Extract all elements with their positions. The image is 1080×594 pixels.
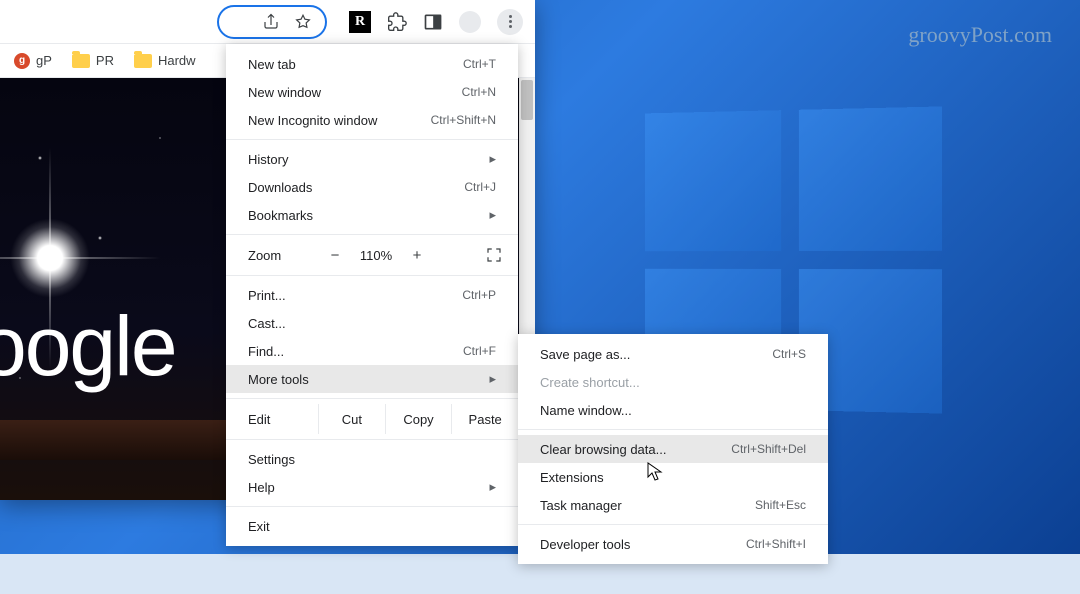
chevron-right-icon: ▸ [489,479,496,495]
menu-new-tab[interactable]: New tabCtrl+T [226,50,518,78]
profile-avatar-icon[interactable] [459,11,481,33]
zoom-in-button[interactable]: + [400,247,434,264]
menu-zoom-row: Zoom − 110% + [226,240,518,270]
mouse-cursor-icon [647,462,663,485]
watermark-text: groovyPost.com [908,22,1052,48]
zoom-value: 110% [352,248,400,263]
sun-graphic [10,218,90,298]
menu-history[interactable]: History▸ [226,145,518,173]
menu-settings[interactable]: Settings [226,445,518,473]
submenu-developer-tools[interactable]: Developer toolsCtrl+Shift+I [518,530,828,558]
menu-print[interactable]: Print...Ctrl+P [226,281,518,309]
chevron-right-icon: ▸ [489,371,496,387]
edit-cut[interactable]: Cut [318,404,385,434]
bookmark-folder-hardware[interactable]: Hardw [134,53,196,68]
menu-find[interactable]: Find...Ctrl+F [226,337,518,365]
bookmark-folder-pr[interactable]: PR [72,53,114,68]
chrome-main-menu: New tabCtrl+T New windowCtrl+N New Incog… [226,44,518,546]
extension-r-icon[interactable]: R [349,11,371,33]
zoom-out-button[interactable]: − [318,247,352,264]
menu-incognito[interactable]: New Incognito windowCtrl+Shift+N [226,106,518,134]
fullscreen-icon[interactable] [484,245,504,265]
bookmark-label: PR [96,53,114,68]
edit-copy[interactable]: Copy [385,404,452,434]
edit-label: Edit [248,412,318,427]
google-logo-text: oogle [0,298,176,395]
submenu-extensions[interactable]: Extensions [518,463,828,491]
star-icon[interactable] [293,12,313,32]
submenu-save-page[interactable]: Save page as...Ctrl+S [518,340,828,368]
extensions-puzzle-icon[interactable] [387,12,407,32]
menu-edit-row: Edit Cut Copy Paste [226,404,518,434]
menu-bookmarks[interactable]: Bookmarks▸ [226,201,518,229]
menu-new-window[interactable]: New windowCtrl+N [226,78,518,106]
omnibox-actions[interactable] [217,5,327,39]
menu-downloads[interactable]: DownloadsCtrl+J [226,173,518,201]
menu-cast[interactable]: Cast... [226,309,518,337]
submenu-clear-browsing-data[interactable]: Clear browsing data...Ctrl+Shift+Del [518,435,828,463]
toolbar: R [0,0,535,44]
share-icon[interactable] [261,12,281,32]
menu-help[interactable]: Help▸ [226,473,518,501]
chevron-right-icon: ▸ [489,207,496,223]
sidepanel-icon[interactable] [423,12,443,32]
bookmark-label: gP [36,53,52,68]
menu-exit[interactable]: Exit [226,512,518,540]
submenu-name-window[interactable]: Name window... [518,396,828,424]
menu-more-tools[interactable]: More tools▸ [226,365,518,393]
bookmark-label: Hardw [158,53,196,68]
edit-paste[interactable]: Paste [451,404,518,434]
submenu-create-shortcut: Create shortcut... [518,368,828,396]
chevron-right-icon: ▸ [489,151,496,167]
submenu-task-manager[interactable]: Task managerShift+Esc [518,491,828,519]
chrome-menu-button[interactable] [497,9,523,35]
zoom-label: Zoom [248,248,318,263]
more-tools-submenu: Save page as...Ctrl+S Create shortcut...… [518,334,828,564]
bookmark-gp[interactable]: ggP [14,53,52,69]
